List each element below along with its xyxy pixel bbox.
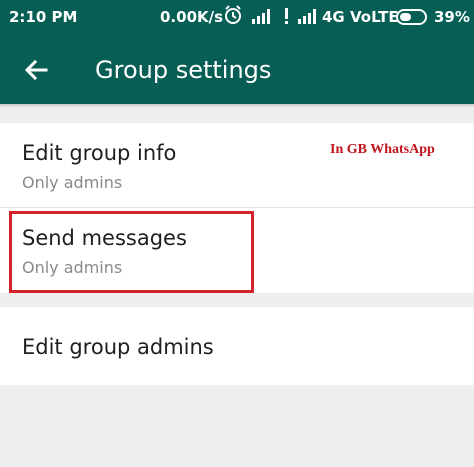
edit-group-info-setting[interactable]: Edit group info Only admins In GB WhatsA… — [0, 123, 474, 208]
setting-title: Edit group admins — [22, 335, 214, 359]
admins-card: Edit group admins — [0, 307, 474, 385]
status-time: 2:10 PM — [9, 8, 78, 26]
app-bar-shadow — [0, 104, 474, 108]
back-arrow-icon[interactable] — [20, 54, 52, 86]
status-bar: 2:10 PM 0.00K/s 4G VoLTE 39% — [0, 0, 474, 34]
highlight-box — [9, 211, 254, 293]
network-speed: 0.00K/s — [160, 8, 224, 26]
battery-percent: 39% — [434, 8, 470, 26]
alarm-icon — [224, 5, 242, 29]
setting-title: Edit group info — [22, 141, 177, 165]
app-bar: Group settings — [0, 34, 474, 104]
annotation-label: In GB WhatsApp — [330, 142, 435, 157]
setting-subtitle: Only admins — [22, 173, 123, 192]
network-type: 4G VoLTE — [322, 8, 399, 26]
signal-icon — [252, 8, 272, 28]
signal-icon — [298, 8, 318, 28]
edit-group-admins-setting[interactable]: Edit group admins — [0, 307, 474, 385]
page-title: Group settings — [95, 56, 272, 84]
no-sim-icon — [281, 8, 293, 28]
battery-icon — [396, 9, 430, 29]
